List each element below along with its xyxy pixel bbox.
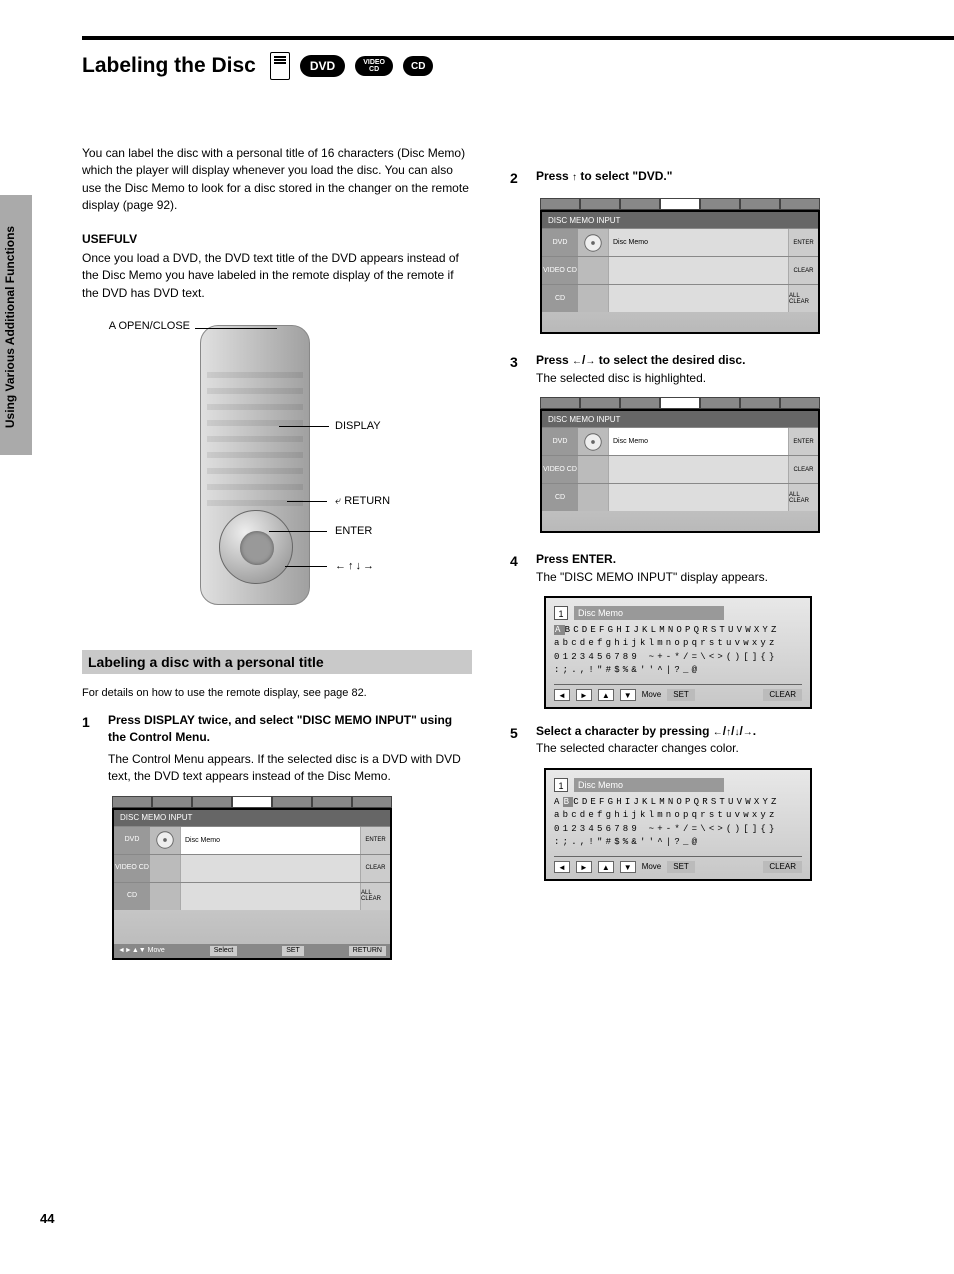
- right-column: 2 Press ↑ to select "DVD." DISC MEMO INP…: [510, 168, 900, 895]
- step-3: 3 Press ←/→ to select the desired disc. …: [510, 352, 900, 387]
- remote-diagram: A OPEN/CLOSE DISPLAY ⤶ RETURN ENTER ← ↑ …: [200, 325, 340, 615]
- section-note: For details on how to use the remote dis…: [82, 686, 472, 702]
- arrow-left-icon: ←: [572, 356, 582, 367]
- step-2-text: Press ↑ to select "DVD.": [536, 169, 672, 183]
- arrow-down-icon: ↓: [734, 727, 739, 738]
- usefulv-title: USEFULV: [82, 231, 472, 248]
- top-rule: [82, 36, 954, 40]
- side-category-text: Using Various Additional Functions: [3, 197, 17, 457]
- step-number: 1: [82, 712, 98, 786]
- remote-label-display: DISPLAY: [335, 420, 381, 432]
- remote-label-arrows: ← ↑ ↓ →: [335, 560, 374, 572]
- dvd-badge: DVD: [300, 55, 345, 77]
- page-title: Labeling the Disc: [82, 54, 256, 78]
- step-number: 3: [510, 352, 526, 387]
- left-column: Labeling a disc with a personal title Fo…: [82, 650, 472, 978]
- video-cd-badge-top: VIDEO: [363, 59, 385, 66]
- arrow-down-icon: ↓: [356, 560, 362, 572]
- step-5-text: Select a character by pressing ←/↑/↓/→.: [536, 724, 756, 738]
- subsection-title: Labeling a disc with a personal title: [82, 650, 472, 674]
- charpad-index-box: 1: [554, 606, 568, 620]
- disc-memo-display-1: DISC MEMO INPUT DVD Disc Memo ENTER VIDE…: [112, 796, 392, 960]
- step-4-note: The "DISC MEMO INPUT" display appears.: [536, 569, 900, 586]
- page-number: 44: [40, 1211, 54, 1226]
- step-number: 2: [510, 168, 526, 188]
- remote-compatible-icon: [270, 52, 290, 80]
- step-3-text: Press ←/→ to select the desired disc.: [536, 353, 745, 367]
- video-cd-badge-bottom: CD: [369, 66, 379, 73]
- usefulv-text: Once you load a DVD, the DVD text title …: [82, 250, 472, 302]
- step-5-note: The selected character changes color.: [536, 740, 900, 757]
- memo-field: Disc Memo: [180, 827, 360, 854]
- remote-label-open: A OPEN/CLOSE: [80, 320, 190, 332]
- arrow-right-icon: →: [585, 356, 595, 367]
- step-1-note: The Control Menu appears. If the selecte…: [108, 751, 472, 786]
- step-5: 5 Select a character by pressing ←/↑/↓/→…: [510, 723, 900, 758]
- charpad-grid: ABCDEFGHIJKLMNOPQRSTUVWXYZ abcdefghijklm…: [554, 624, 802, 678]
- charpad-grid-2: ABCDEFGHIJKLMNOPQRSTUVWXYZ abcdefghijklm…: [554, 796, 802, 850]
- step-1-text: Press DISPLAY twice, and select "DISC ME…: [108, 712, 472, 747]
- video-cd-badge: VIDEO CD: [355, 56, 393, 76]
- memo-side-allclear: ALL CLEAR: [360, 883, 390, 910]
- step-number: 5: [510, 723, 526, 758]
- disc-thumb-icon: [150, 827, 180, 854]
- step-3-note: The selected disc is highlighted.: [536, 370, 900, 387]
- step-4-text: Press ENTER.: [536, 551, 900, 568]
- step-number: 4: [510, 551, 526, 586]
- disc-memo-display-3: DISC MEMO INPUT DVD Disc Memo ENTER VIDE…: [540, 397, 820, 533]
- charpad-display-2: 1 Disc Memo ABCDEFGHIJKLMNOPQRSTUVWXYZ a…: [544, 768, 812, 881]
- remote-label-enter: ENTER: [335, 525, 372, 537]
- cd-badge: CD: [403, 56, 433, 76]
- memo-side-clear: CLEAR: [360, 855, 390, 882]
- arrow-left-icon: ←: [713, 727, 723, 738]
- step-4: 4 Press ENTER. The "DISC MEMO INPUT" dis…: [510, 551, 900, 586]
- memo-header-title: DISC MEMO INPUT: [120, 813, 192, 822]
- remote-label-return: ⤶ RETURN: [335, 495, 390, 508]
- side-category-tab: Using Various Additional Functions: [0, 195, 32, 455]
- arrow-up-icon: ↑: [726, 727, 731, 738]
- charpad-field: Disc Memo: [574, 606, 724, 620]
- step-2: 2 Press ↑ to select "DVD.": [510, 168, 900, 188]
- intro-text: You can label the disc with a personal t…: [82, 145, 472, 215]
- disc-memo-display-2: DISC MEMO INPUT DVD Disc Memo ENTER VIDE…: [540, 198, 820, 334]
- jog-dial-icon: [219, 510, 293, 584]
- intro-block: You can label the disc with a personal t…: [82, 145, 472, 302]
- row-label-cd: CD: [114, 883, 150, 910]
- remote-body-icon: [200, 325, 310, 605]
- step-1: 1 Press DISPLAY twice, and select "DISC …: [82, 712, 472, 786]
- arrow-left-icon: ←: [335, 560, 346, 572]
- row-label-dvd: DVD: [114, 827, 150, 854]
- title-row: Labeling the Disc DVD VIDEO CD CD: [82, 52, 433, 80]
- arrow-right-icon: →: [743, 727, 753, 738]
- arrow-up-icon: ↑: [572, 172, 577, 183]
- charpad-display-1: 1 Disc Memo ABCDEFGHIJKLMNOPQRSTUVWXYZ a…: [544, 596, 812, 709]
- row-label-vcd: VIDEO CD: [114, 855, 150, 882]
- arrow-up-icon: ↑: [348, 560, 354, 572]
- memo-side-enter: ENTER: [360, 827, 390, 854]
- arrow-right-icon: →: [363, 560, 374, 572]
